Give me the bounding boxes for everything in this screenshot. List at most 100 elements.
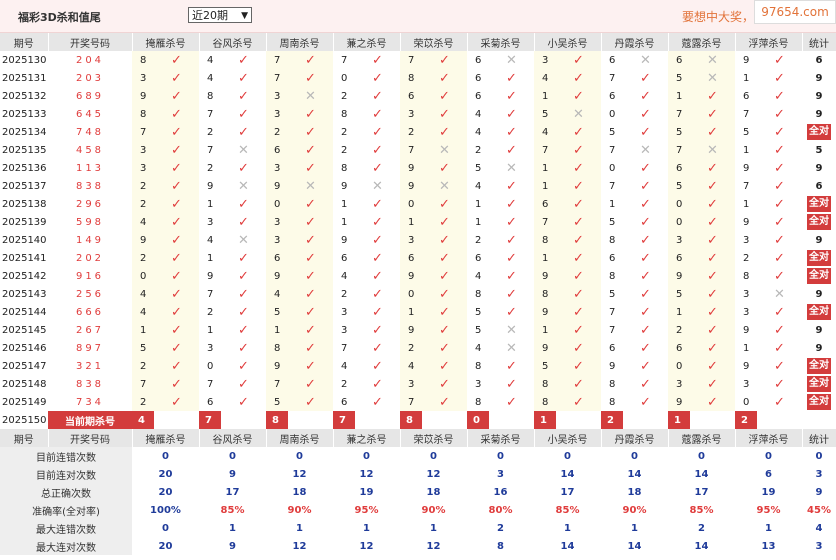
col-expert-header: 浮萍杀号 (735, 33, 803, 51)
stats-label: 总正确次数 (0, 483, 132, 501)
check-icon: ✓ (774, 214, 785, 230)
kill-number: 4 (475, 342, 482, 354)
stats-value: 19 (761, 486, 776, 498)
check-icon: ✓ (506, 286, 517, 302)
period-range-select[interactable]: 近20期 ▼ (188, 7, 252, 23)
table-row: 2025134 748 7 ✓ 2 ✓ 2 ✓ 2 ✓ 2 ✓ 4 ✓ 4 ✓ 5 ✓ 5 ✓ 5 ✓ 全对 (0, 123, 836, 141)
period-range-value: 近20期 (192, 9, 228, 22)
stats-label: 目前连错次数 (0, 447, 132, 465)
kill-number: 6 (743, 90, 750, 102)
kill-number: 4 (207, 72, 214, 84)
check-icon: ✓ (288, 393, 333, 411)
check-icon: ✓ (506, 196, 517, 212)
kill-number: 3 (132, 159, 154, 177)
kill-number: 9 (341, 180, 348, 192)
cross-icon: ✕ (422, 141, 467, 159)
kill-number: 1 (400, 303, 422, 321)
check-icon: ✓ (238, 106, 249, 122)
current-kill-spacer (288, 411, 333, 429)
kill-number: 9 (668, 393, 690, 411)
kill-number: 4 (475, 108, 482, 120)
issue-number: 2025132 (2, 90, 47, 102)
check-icon: ✓ (288, 105, 333, 123)
check-icon: ✓ (774, 142, 785, 158)
check-icon: ✓ (506, 394, 517, 410)
kill-number: 4 (341, 360, 348, 372)
current-kill-number: 2 (601, 411, 623, 429)
check-icon: ✓ (556, 231, 601, 249)
check-icon: ✓ (422, 195, 467, 213)
kill-number: 2 (668, 321, 690, 339)
kill-number: 3 (266, 213, 288, 231)
draw-code: 458 (75, 144, 105, 156)
check-icon: ✓ (154, 357, 199, 375)
check-icon: ✓ (154, 159, 199, 177)
kill-number: 7 (743, 180, 750, 192)
current-issue-number: 2025150 (2, 414, 47, 426)
kill-number: 3 (743, 306, 750, 318)
check-icon: ✓ (238, 394, 249, 410)
check-icon: ✓ (556, 213, 601, 231)
stats-label: 最大连对次数 (0, 537, 132, 555)
issue-number: 2025131 (2, 72, 47, 84)
draw-code: 838 (75, 180, 105, 192)
col-expert-header: 蔻露杀号 (668, 33, 736, 51)
check-icon: ✓ (640, 106, 651, 122)
stats-value: 0 (497, 450, 504, 462)
col-code-header: 开奖号码 (48, 33, 133, 51)
kill-number: 8 (534, 375, 556, 393)
kill-number: 7 (207, 288, 214, 300)
kill-number: 0 (668, 213, 690, 231)
check-icon: ✓ (640, 178, 651, 194)
kill-number: 5 (609, 288, 616, 300)
check-icon: ✓ (154, 69, 199, 87)
kill-number: 0 (400, 195, 422, 213)
stats-value: 14 (694, 540, 709, 552)
cross-icon: ✕ (556, 105, 601, 123)
stats-value: 85% (220, 504, 245, 516)
check-icon: ✓ (154, 339, 199, 357)
kill-number: 6 (609, 252, 616, 264)
check-icon: ✓ (372, 376, 383, 392)
kill-number: 1 (668, 87, 690, 105)
stats-value: 95% (354, 504, 379, 516)
col-expert-header: 荣苡杀号 (400, 429, 468, 447)
current-kill-number: 7 (333, 411, 355, 429)
kill-number: 1 (207, 324, 214, 336)
kill-number: 9 (207, 270, 214, 282)
kill-number: 5 (266, 303, 288, 321)
stats-value: 1 (296, 522, 303, 534)
kill-number: 6 (668, 159, 690, 177)
stats-value: 80% (488, 504, 513, 516)
kill-number: 7 (207, 378, 214, 390)
all-correct-badge: 全对 (807, 358, 831, 374)
current-kill-number: 8 (266, 411, 288, 429)
check-icon: ✓ (288, 339, 333, 357)
check-icon: ✓ (640, 88, 651, 104)
check-icon: ✓ (774, 322, 785, 338)
stats-value: 12 (426, 540, 441, 552)
check-icon: ✓ (506, 124, 517, 140)
stats-value: 20 (158, 486, 173, 498)
kill-number: 5 (743, 126, 750, 138)
kill-number: 5 (132, 339, 154, 357)
kill-number: 7 (534, 213, 556, 231)
stats-value: 2 (497, 522, 504, 534)
table-row: 2025140 149 9 ✓ 4 ✕ 3 ✓ 9 ✓ 3 ✓ 2 ✓ 8 ✓ 8 ✓ 3 ✓ 3 ✓ 9 (0, 231, 836, 249)
stats-value: 2 (698, 522, 705, 534)
stats-value: 20 (158, 540, 173, 552)
check-icon: ✓ (506, 250, 517, 266)
col-code-header: 开奖号码 (48, 429, 133, 447)
kill-number: 3 (341, 306, 348, 318)
stats-value: 8 (497, 540, 504, 552)
check-icon: ✓ (422, 339, 467, 357)
kill-number: 1 (341, 198, 348, 210)
kill-number: 9 (743, 360, 750, 372)
check-icon: ✓ (774, 250, 785, 266)
check-icon: ✓ (372, 88, 383, 104)
issue-number: 2025149 (2, 396, 47, 408)
check-icon: ✓ (774, 304, 785, 320)
row-stat: 9 (802, 159, 836, 177)
row-stat-value: 9 (815, 162, 823, 174)
check-icon: ✓ (640, 124, 651, 140)
